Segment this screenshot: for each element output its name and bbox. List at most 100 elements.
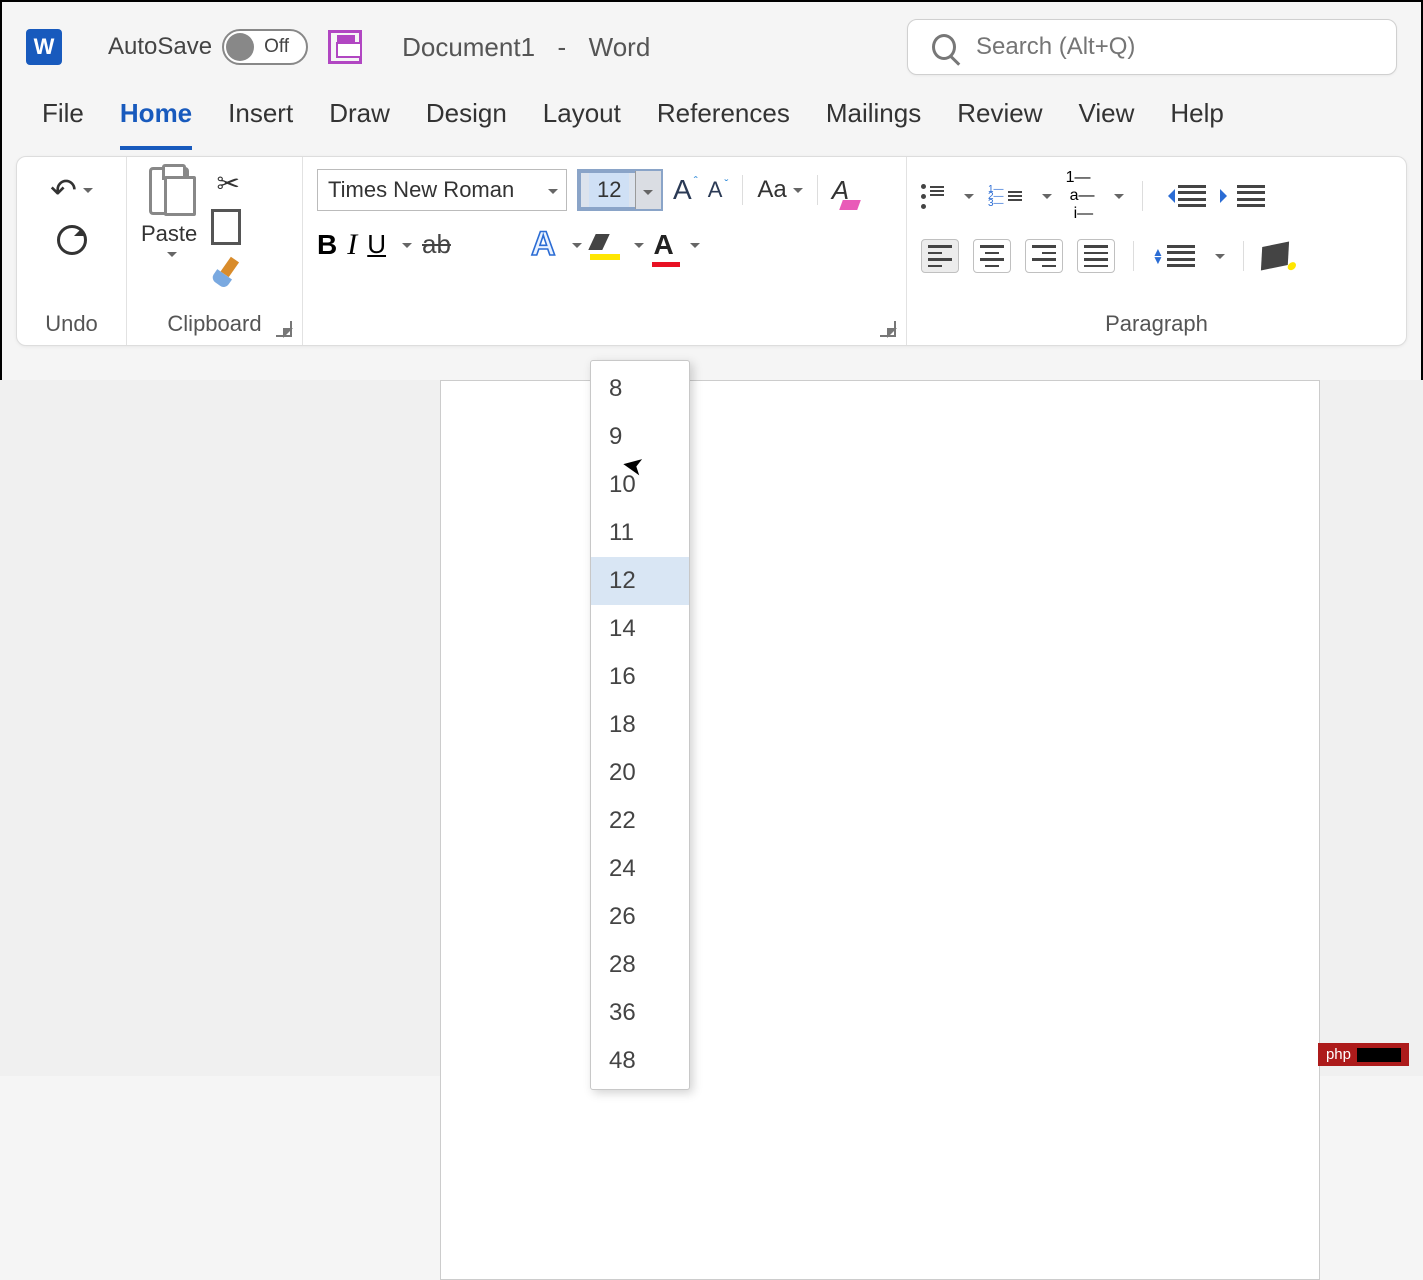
chevron-down-icon[interactable]: [167, 252, 177, 262]
paste-label: Paste: [141, 221, 197, 247]
underline-menu-button[interactable]: [402, 243, 412, 253]
font-color-menu-button[interactable]: [690, 243, 700, 253]
strikethrough-button[interactable]: ab: [422, 229, 451, 260]
font-dialog-launcher-icon[interactable]: [880, 321, 896, 337]
highlight-button[interactable]: [592, 234, 618, 256]
align-right-button[interactable]: [1025, 239, 1063, 273]
decrease-indent-button[interactable]: [1161, 185, 1206, 207]
shrink-font-letter: A: [708, 177, 723, 203]
grow-font-button[interactable]: Aˆ: [673, 174, 698, 206]
font-name-combobox[interactable]: Times New Roman: [317, 169, 567, 211]
tab-design[interactable]: Design: [426, 98, 507, 150]
italic-button[interactable]: I: [347, 228, 357, 262]
tab-view[interactable]: View: [1078, 98, 1134, 150]
font-size-option[interactable]: 14: [591, 605, 689, 653]
font-size-value: 12: [589, 173, 629, 207]
group-paragraph-label: Paragraph: [907, 307, 1406, 345]
save-icon[interactable]: [328, 30, 362, 64]
font-size-option[interactable]: 22: [591, 797, 689, 845]
font-size-option[interactable]: 20: [591, 749, 689, 797]
tab-mailings[interactable]: Mailings: [826, 98, 921, 150]
window-title: Document1 - Word: [402, 32, 650, 63]
cut-button[interactable]: ✂: [217, 167, 240, 200]
paste-button[interactable]: Paste: [141, 167, 197, 259]
chevron-down-icon[interactable]: [1042, 194, 1052, 204]
align-justify-button[interactable]: [1077, 239, 1115, 273]
font-size-option[interactable]: 28: [591, 941, 689, 989]
font-size-option[interactable]: 26: [591, 893, 689, 941]
tab-insert[interactable]: Insert: [228, 98, 293, 150]
search-box[interactable]: [907, 19, 1397, 75]
line-spacing-button[interactable]: ▲▼: [1152, 245, 1195, 267]
copy-button[interactable]: [216, 214, 240, 244]
group-paragraph: 1—2—3— 1—a—i— ▲▼: [907, 157, 1406, 345]
chevron-down-icon[interactable]: [964, 194, 974, 204]
app-name: Word: [589, 32, 651, 62]
font-size-option[interactable]: 11: [591, 509, 689, 557]
font-size-option[interactable]: 24: [591, 845, 689, 893]
word-app-letter: W: [34, 34, 55, 60]
word-app-icon: W: [26, 29, 62, 65]
group-undo-label: Undo: [17, 307, 126, 345]
autosave-state: Off: [264, 36, 289, 58]
align-center-button[interactable]: [973, 239, 1011, 273]
font-size-option[interactable]: 12: [591, 557, 689, 605]
chevron-down-icon[interactable]: [1215, 254, 1225, 264]
ribbon: ↶ Undo Paste ✂ Clipboard: [16, 156, 1407, 346]
clipboard-dialog-launcher-icon[interactable]: [276, 321, 292, 337]
chevron-down-icon[interactable]: [83, 188, 93, 198]
multilevel-list-button[interactable]: 1—a—i—: [1066, 169, 1095, 223]
autosave-toggle[interactable]: Off: [222, 29, 308, 65]
align-left-button[interactable]: [921, 239, 959, 273]
search-icon: [932, 34, 956, 60]
font-size-option[interactable]: 36: [591, 989, 689, 1037]
font-size-option[interactable]: 16: [591, 653, 689, 701]
shrink-font-button[interactable]: Aˇ: [708, 177, 729, 203]
chevron-down-icon[interactable]: [793, 188, 803, 198]
clear-formatting-button[interactable]: A: [832, 175, 849, 206]
underline-button[interactable]: U: [367, 229, 386, 260]
separator: [1142, 181, 1143, 211]
chevron-down-icon[interactable]: [1114, 194, 1124, 204]
tab-layout[interactable]: Layout: [543, 98, 621, 150]
search-input[interactable]: [976, 33, 1372, 61]
tab-draw[interactable]: Draw: [329, 98, 390, 150]
group-clipboard-label: Clipboard: [127, 307, 302, 345]
font-size-combobox[interactable]: 12: [577, 169, 663, 211]
numbering-button[interactable]: 1—2—3—: [988, 186, 1022, 207]
repeat-button[interactable]: [57, 225, 87, 255]
change-case-text: Aa: [757, 176, 786, 204]
font-size-dropdown: 8 9 10 11 12 14 16 18 20 22 24 26 28 36 …: [590, 360, 690, 1090]
tab-file[interactable]: File: [42, 98, 84, 150]
grow-font-letter: A: [673, 174, 692, 206]
autosave-control: AutoSave Off: [108, 29, 308, 65]
group-undo: ↶ Undo: [17, 157, 127, 345]
change-case-button[interactable]: Aa: [757, 176, 802, 204]
font-color-button[interactable]: A: [654, 229, 674, 261]
tab-review[interactable]: Review: [957, 98, 1042, 150]
format-painter-button[interactable]: [209, 253, 248, 292]
bold-button[interactable]: B: [317, 229, 337, 261]
tab-references[interactable]: References: [657, 98, 790, 150]
separator: [1133, 241, 1134, 271]
chevron-down-icon[interactable]: [548, 189, 558, 199]
increase-indent-button[interactable]: [1220, 185, 1265, 207]
toggle-knob: [226, 33, 254, 61]
shading-button[interactable]: [1261, 242, 1289, 271]
font-size-option[interactable]: 8: [591, 365, 689, 413]
font-size-dropdown-button[interactable]: [635, 171, 661, 209]
font-size-option[interactable]: 48: [591, 1037, 689, 1085]
undo-button[interactable]: ↶: [50, 171, 93, 209]
font-size-option[interactable]: 18: [591, 701, 689, 749]
tab-home[interactable]: Home: [120, 98, 192, 150]
group-clipboard: Paste ✂ Clipboard: [127, 157, 303, 345]
highlight-menu-button[interactable]: [634, 243, 644, 253]
document-page[interactable]: [440, 380, 1320, 1280]
text-effects-menu-button[interactable]: [572, 243, 582, 253]
font-size-option[interactable]: 9: [591, 413, 689, 461]
tab-help[interactable]: Help: [1170, 98, 1223, 150]
font-size-option[interactable]: 10: [591, 461, 689, 509]
bullets-button[interactable]: [921, 184, 944, 209]
text-effects-button[interactable]: A: [531, 225, 556, 264]
chevron-down-icon: [643, 190, 653, 200]
